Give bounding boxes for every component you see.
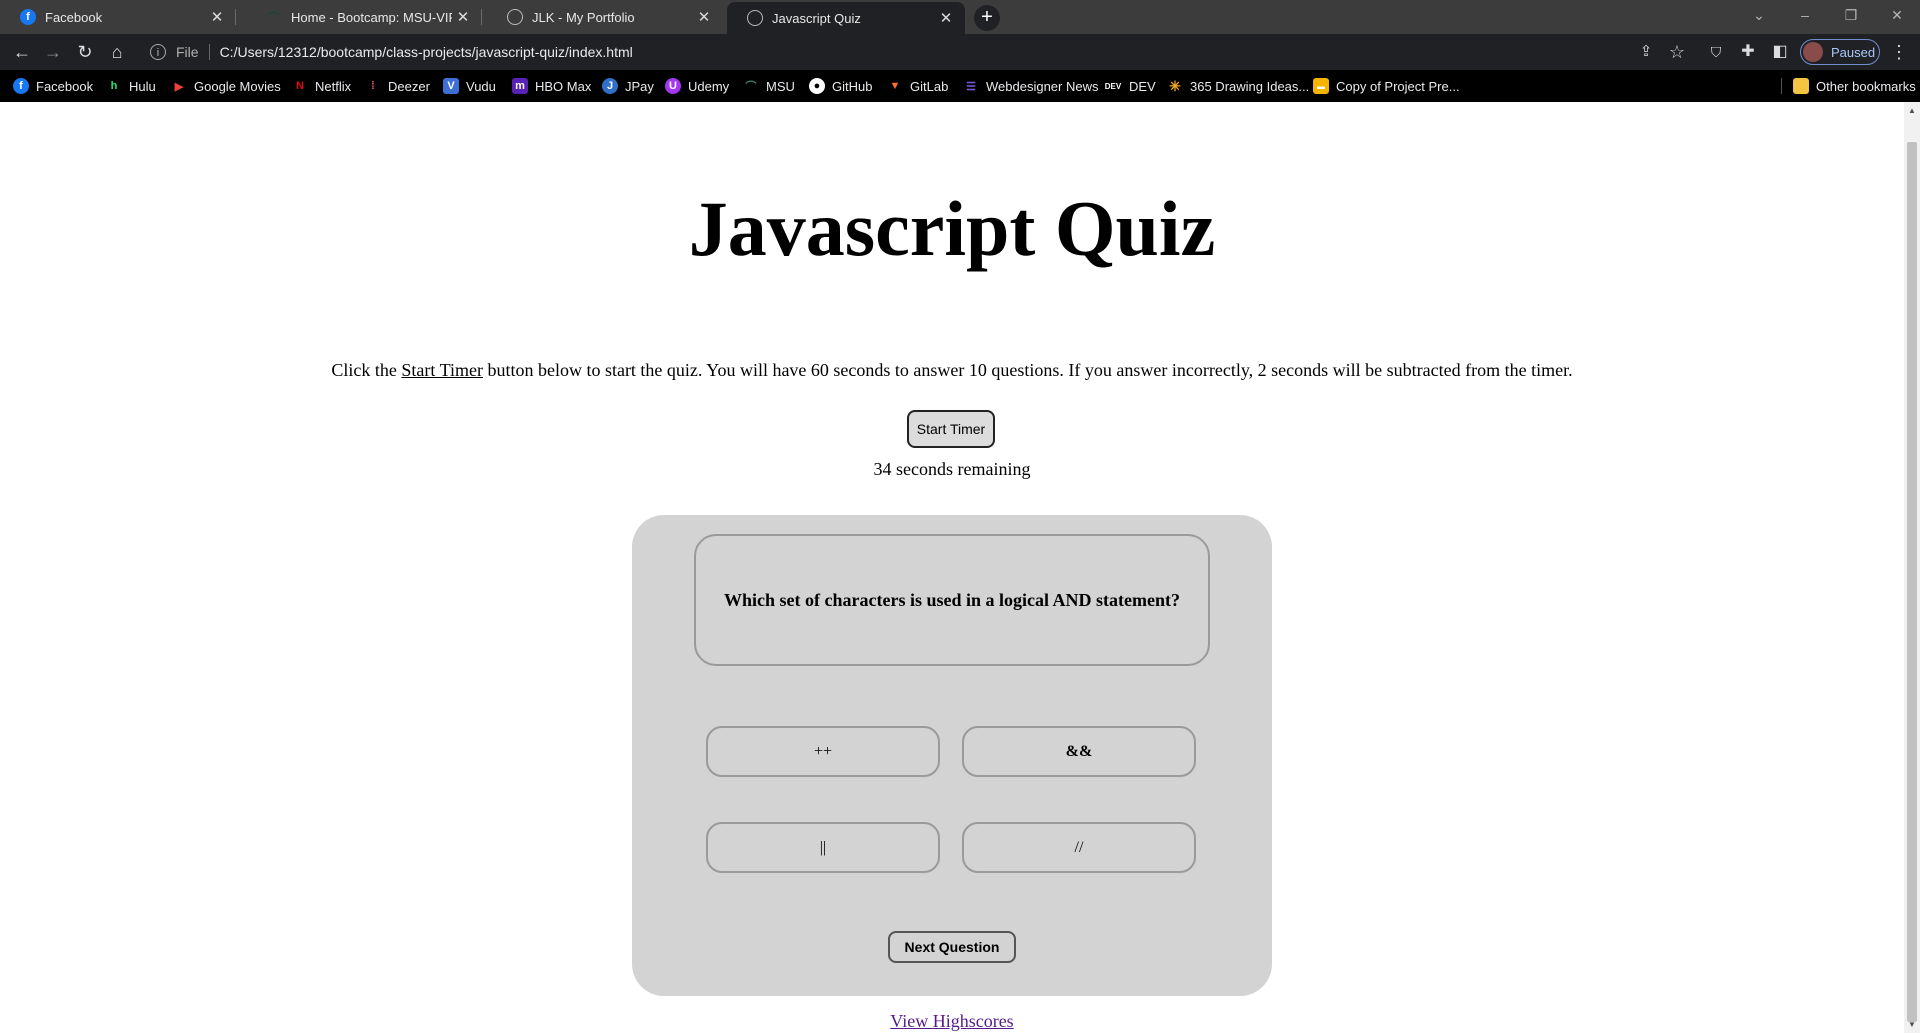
page-title: Javascript Quiz bbox=[688, 185, 1216, 272]
next-question-button[interactable]: Next Question bbox=[888, 931, 1016, 963]
back-icon[interactable]: ← bbox=[6, 34, 38, 70]
timer-display: 34 seconds remaining bbox=[873, 459, 1031, 479]
profile-status: Paused bbox=[1831, 44, 1876, 60]
tab-title: Facebook bbox=[45, 9, 103, 25]
scrollbar-thumb[interactable] bbox=[1907, 142, 1917, 1022]
tab-title: JLK - My Portfolio bbox=[532, 9, 635, 25]
bookmark-google-movies[interactable]: ▶ Google Movies bbox=[171, 70, 281, 102]
globe-icon bbox=[747, 10, 763, 26]
jpay-icon: J bbox=[602, 78, 618, 94]
tab-bootcamp[interactable]: ⌒ Home - Bootcamp: MSU-VIRT-FS ✕ bbox=[246, 0, 482, 34]
tab-portfolio[interactable]: JLK - My Portfolio ✕ bbox=[487, 0, 723, 34]
quiz-container: Which set of characters is used in a log… bbox=[632, 515, 1272, 996]
instructions: Click the Start Timer button below to st… bbox=[331, 360, 1573, 380]
scroll-up-arrow-icon[interactable]: ▲ bbox=[1904, 106, 1920, 115]
udemy-icon: U bbox=[665, 78, 681, 94]
google-play-icon: ▶ bbox=[174, 80, 184, 93]
page-viewport: Javascript Quiz Click the Start Timer bu… bbox=[0, 102, 1904, 1033]
home-icon[interactable]: ⌂ bbox=[101, 34, 133, 70]
star-icon: ✳ bbox=[1169, 77, 1181, 94]
side-panel-icon[interactable]: ◧ bbox=[1764, 34, 1796, 70]
answer-button-3[interactable]: || bbox=[706, 822, 940, 873]
gitlab-icon: ▼ bbox=[889, 80, 901, 92]
address-bar[interactable]: i File C:/Users/12312/bootcamp/class-pro… bbox=[140, 38, 1660, 66]
bookmarks-bar: f Facebook h Hulu ▶ Google Movies N Netflix … bbox=[0, 70, 1920, 102]
bookmark-udemy[interactable]: U Udemy bbox=[665, 70, 729, 102]
tab-facebook[interactable]: f Facebook ✕ bbox=[0, 0, 236, 34]
avatar bbox=[1803, 42, 1823, 62]
hbo-max-icon: m bbox=[512, 78, 528, 94]
scheme-label: File bbox=[176, 44, 199, 60]
reload-icon[interactable]: ↻ bbox=[69, 34, 101, 70]
bookmark-jpay[interactable]: J JPay bbox=[602, 70, 654, 102]
bookmark-vudu[interactable]: V Vudu bbox=[443, 70, 496, 102]
other-bookmarks[interactable]: Other bookmarks bbox=[1793, 70, 1916, 102]
msu-icon: ⌒ bbox=[268, 12, 280, 24]
close-tab-icon[interactable]: ✕ bbox=[935, 9, 957, 27]
hulu-icon: h bbox=[110, 80, 118, 92]
bookmark-hbo-max[interactable]: m HBO Max bbox=[512, 70, 591, 102]
bookmark-copy-of-project[interactable]: ▬ Copy of Project Pre... bbox=[1313, 70, 1460, 102]
restore-button[interactable]: ❐ bbox=[1828, 0, 1874, 30]
question-card: Which set of characters is used in a log… bbox=[694, 534, 1210, 666]
bookmark-365-drawing-ideas[interactable]: ✳ 365 Drawing Ideas... bbox=[1167, 70, 1309, 102]
tab-search-icon[interactable]: ⌄ bbox=[1736, 0, 1782, 30]
new-tab-button[interactable]: + bbox=[974, 5, 1000, 31]
msu-icon: ⌒ bbox=[745, 81, 757, 93]
vudu-icon: V bbox=[443, 78, 459, 94]
shield-extension-icon[interactable]: ⛉ bbox=[1700, 34, 1732, 70]
bookmark-hulu[interactable]: h Hulu bbox=[106, 70, 156, 102]
extensions-puzzle-icon[interactable]: ✚ bbox=[1732, 34, 1764, 70]
bookmark-dev[interactable]: DEV DEV bbox=[1104, 70, 1156, 102]
slides-icon: ▬ bbox=[1313, 78, 1329, 94]
bookmark-webdesigner-news[interactable]: ☰ Webdesigner News bbox=[963, 70, 1098, 102]
bookmark-star-icon[interactable]: ☆ bbox=[1661, 34, 1693, 70]
start-timer-button[interactable]: Start Timer bbox=[907, 410, 995, 448]
profile-button[interactable]: Paused bbox=[1800, 39, 1880, 65]
webdesigner-news-icon: ☰ bbox=[966, 80, 976, 93]
question-text: Which set of characters is used in a log… bbox=[724, 589, 1180, 610]
close-tab-icon[interactable]: ✕ bbox=[206, 8, 228, 26]
github-icon: ● bbox=[809, 78, 825, 94]
bookmark-facebook[interactable]: f Facebook bbox=[13, 70, 93, 102]
menu-kebab-icon[interactable]: ⋮ bbox=[1883, 34, 1915, 70]
start-timer-reference: Start Timer bbox=[401, 360, 483, 380]
info-icon[interactable]: i bbox=[150, 44, 166, 60]
forward-icon[interactable]: → bbox=[37, 34, 69, 70]
minimize-button[interactable]: – bbox=[1782, 0, 1828, 30]
facebook-icon: f bbox=[20, 9, 36, 25]
deezer-icon: ⁞ bbox=[371, 80, 375, 92]
tab-title: Home - Bootcamp: MSU-VIRT-FS bbox=[291, 9, 452, 25]
bookmark-gitlab[interactable]: ▼ GitLab bbox=[887, 70, 949, 102]
bookmark-github[interactable]: ● GitHub bbox=[809, 70, 872, 102]
close-tab-icon[interactable]: ✕ bbox=[452, 8, 474, 26]
bookmark-deezer[interactable]: ⁞ Deezer bbox=[365, 70, 430, 102]
scroll-down-arrow-icon[interactable]: ▼ bbox=[1904, 1020, 1920, 1029]
answer-button-4[interactable]: // bbox=[962, 822, 1196, 873]
tab-strip: f Facebook ✕ ⌒ Home - Bootcamp: MSU-VIRT… bbox=[0, 0, 1920, 34]
url-text[interactable]: C:/Users/12312/bootcamp/class-projects/j… bbox=[220, 44, 633, 60]
tab-title: Javascript Quiz bbox=[772, 10, 861, 26]
vertical-scrollbar[interactable]: ▲ ▼ bbox=[1904, 102, 1920, 1033]
netflix-icon: N bbox=[296, 80, 304, 92]
share-icon[interactable]: ⇪ bbox=[1630, 34, 1662, 70]
tab-javascript-quiz[interactable]: Javascript Quiz ✕ bbox=[727, 2, 965, 34]
view-highscores-link[interactable]: View Highscores bbox=[0, 1011, 1904, 1032]
browser-toolbar: ← → ↻ ⌂ i File C:/Users/12312/bootcamp/c… bbox=[0, 34, 1920, 70]
answer-button-2[interactable]: && bbox=[962, 726, 1196, 777]
globe-icon bbox=[507, 9, 523, 25]
answer-button-1[interactable]: ++ bbox=[706, 726, 940, 777]
dev-icon: DEV bbox=[1104, 81, 1122, 91]
bookmark-netflix[interactable]: N Netflix bbox=[292, 70, 351, 102]
folder-icon bbox=[1793, 78, 1809, 94]
facebook-icon: f bbox=[13, 78, 29, 94]
bookmark-msu[interactable]: ⌒ MSU bbox=[743, 70, 795, 102]
close-window-button[interactable]: ✕ bbox=[1874, 0, 1920, 30]
close-tab-icon[interactable]: ✕ bbox=[693, 8, 715, 26]
